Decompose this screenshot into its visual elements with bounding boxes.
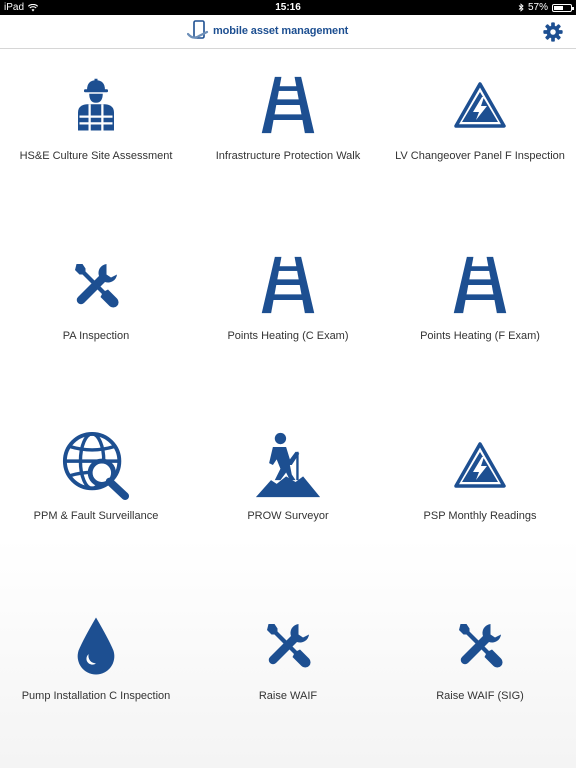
battery-icon — [552, 3, 574, 12]
tile-label: PROW Surveyor — [247, 510, 329, 522]
tile-11[interactable]: Raise WAIF — [192, 590, 384, 770]
tile-icon-container — [445, 430, 515, 500]
tile-3[interactable]: LV Changeover Panel F Inspection — [384, 50, 576, 230]
tools-icon — [264, 621, 312, 669]
hiker-icon — [254, 431, 322, 499]
railway-track-icon — [258, 75, 318, 135]
tile-icon-container — [61, 250, 131, 320]
settings-button[interactable] — [542, 21, 564, 43]
tile-icon-container — [253, 250, 323, 320]
gear-icon — [543, 22, 563, 42]
tile-icon-container — [445, 610, 515, 680]
tile-9[interactable]: PSP Monthly Readings — [384, 410, 576, 590]
tile-icon-container — [253, 610, 323, 680]
tile-label: HS&E Culture Site Assessment — [19, 150, 173, 162]
tile-icon-container — [61, 610, 131, 680]
tile-label: PSP Monthly Readings — [423, 510, 537, 522]
tile-label: Raise WAIF — [258, 690, 318, 702]
worker-icon — [72, 77, 120, 133]
brand-logo: mobile asset management — [187, 20, 348, 42]
tile-label: Points Heating (F Exam) — [420, 330, 540, 342]
tools-icon — [72, 261, 120, 309]
logo-icon — [187, 20, 209, 39]
tile-7[interactable]: PPM & Fault Surveillance — [0, 410, 192, 590]
globe-search-icon — [61, 429, 131, 501]
tile-4[interactable]: PA Inspection — [0, 230, 192, 410]
brand-title: mobile asset management — [213, 25, 349, 37]
tile-icon-container — [61, 70, 131, 140]
nav-bar: mobile asset management — [0, 15, 576, 49]
tile-label: PA Inspection — [62, 330, 130, 342]
tile-12[interactable]: Raise WAIF (SIG) — [384, 590, 576, 770]
high-voltage-icon — [454, 442, 506, 488]
railway-track-icon — [258, 255, 318, 315]
tile-icon-container — [253, 70, 323, 140]
tile-6[interactable]: Points Heating (F Exam) — [384, 230, 576, 410]
tile-8[interactable]: PROW Surveyor — [192, 410, 384, 590]
water-drop-icon — [74, 615, 118, 675]
tools-icon — [456, 621, 504, 669]
status-time: 15:16 — [275, 2, 301, 13]
status-bar: iPad 15:16 57% — [0, 0, 576, 15]
tile-icon-container — [445, 70, 515, 140]
tile-icon-container — [253, 430, 323, 500]
tile-label: Pump Installation C Inspection — [21, 690, 171, 702]
railway-track-icon — [450, 255, 510, 315]
tile-label: LV Changeover Panel F Inspection — [395, 150, 565, 162]
tile-label: Infrastructure Protection Walk — [215, 150, 361, 162]
tile-icon-container — [445, 250, 515, 320]
tile-icon-container — [61, 430, 131, 500]
bluetooth-icon — [518, 3, 524, 12]
tile-10[interactable]: Pump Installation C Inspection — [0, 590, 192, 770]
tile-label: PPM & Fault Surveillance — [33, 510, 159, 522]
tile-5[interactable]: Points Heating (C Exam) — [192, 230, 384, 410]
tile-label: Raise WAIF (SIG) — [436, 690, 524, 702]
tile-2[interactable]: Infrastructure Protection Walk — [192, 50, 384, 230]
high-voltage-icon — [454, 82, 506, 128]
tile-label: Points Heating (C Exam) — [227, 330, 349, 342]
battery-percent: 57% — [527, 2, 548, 13]
tile-1[interactable]: HS&E Culture Site Assessment — [0, 50, 192, 230]
